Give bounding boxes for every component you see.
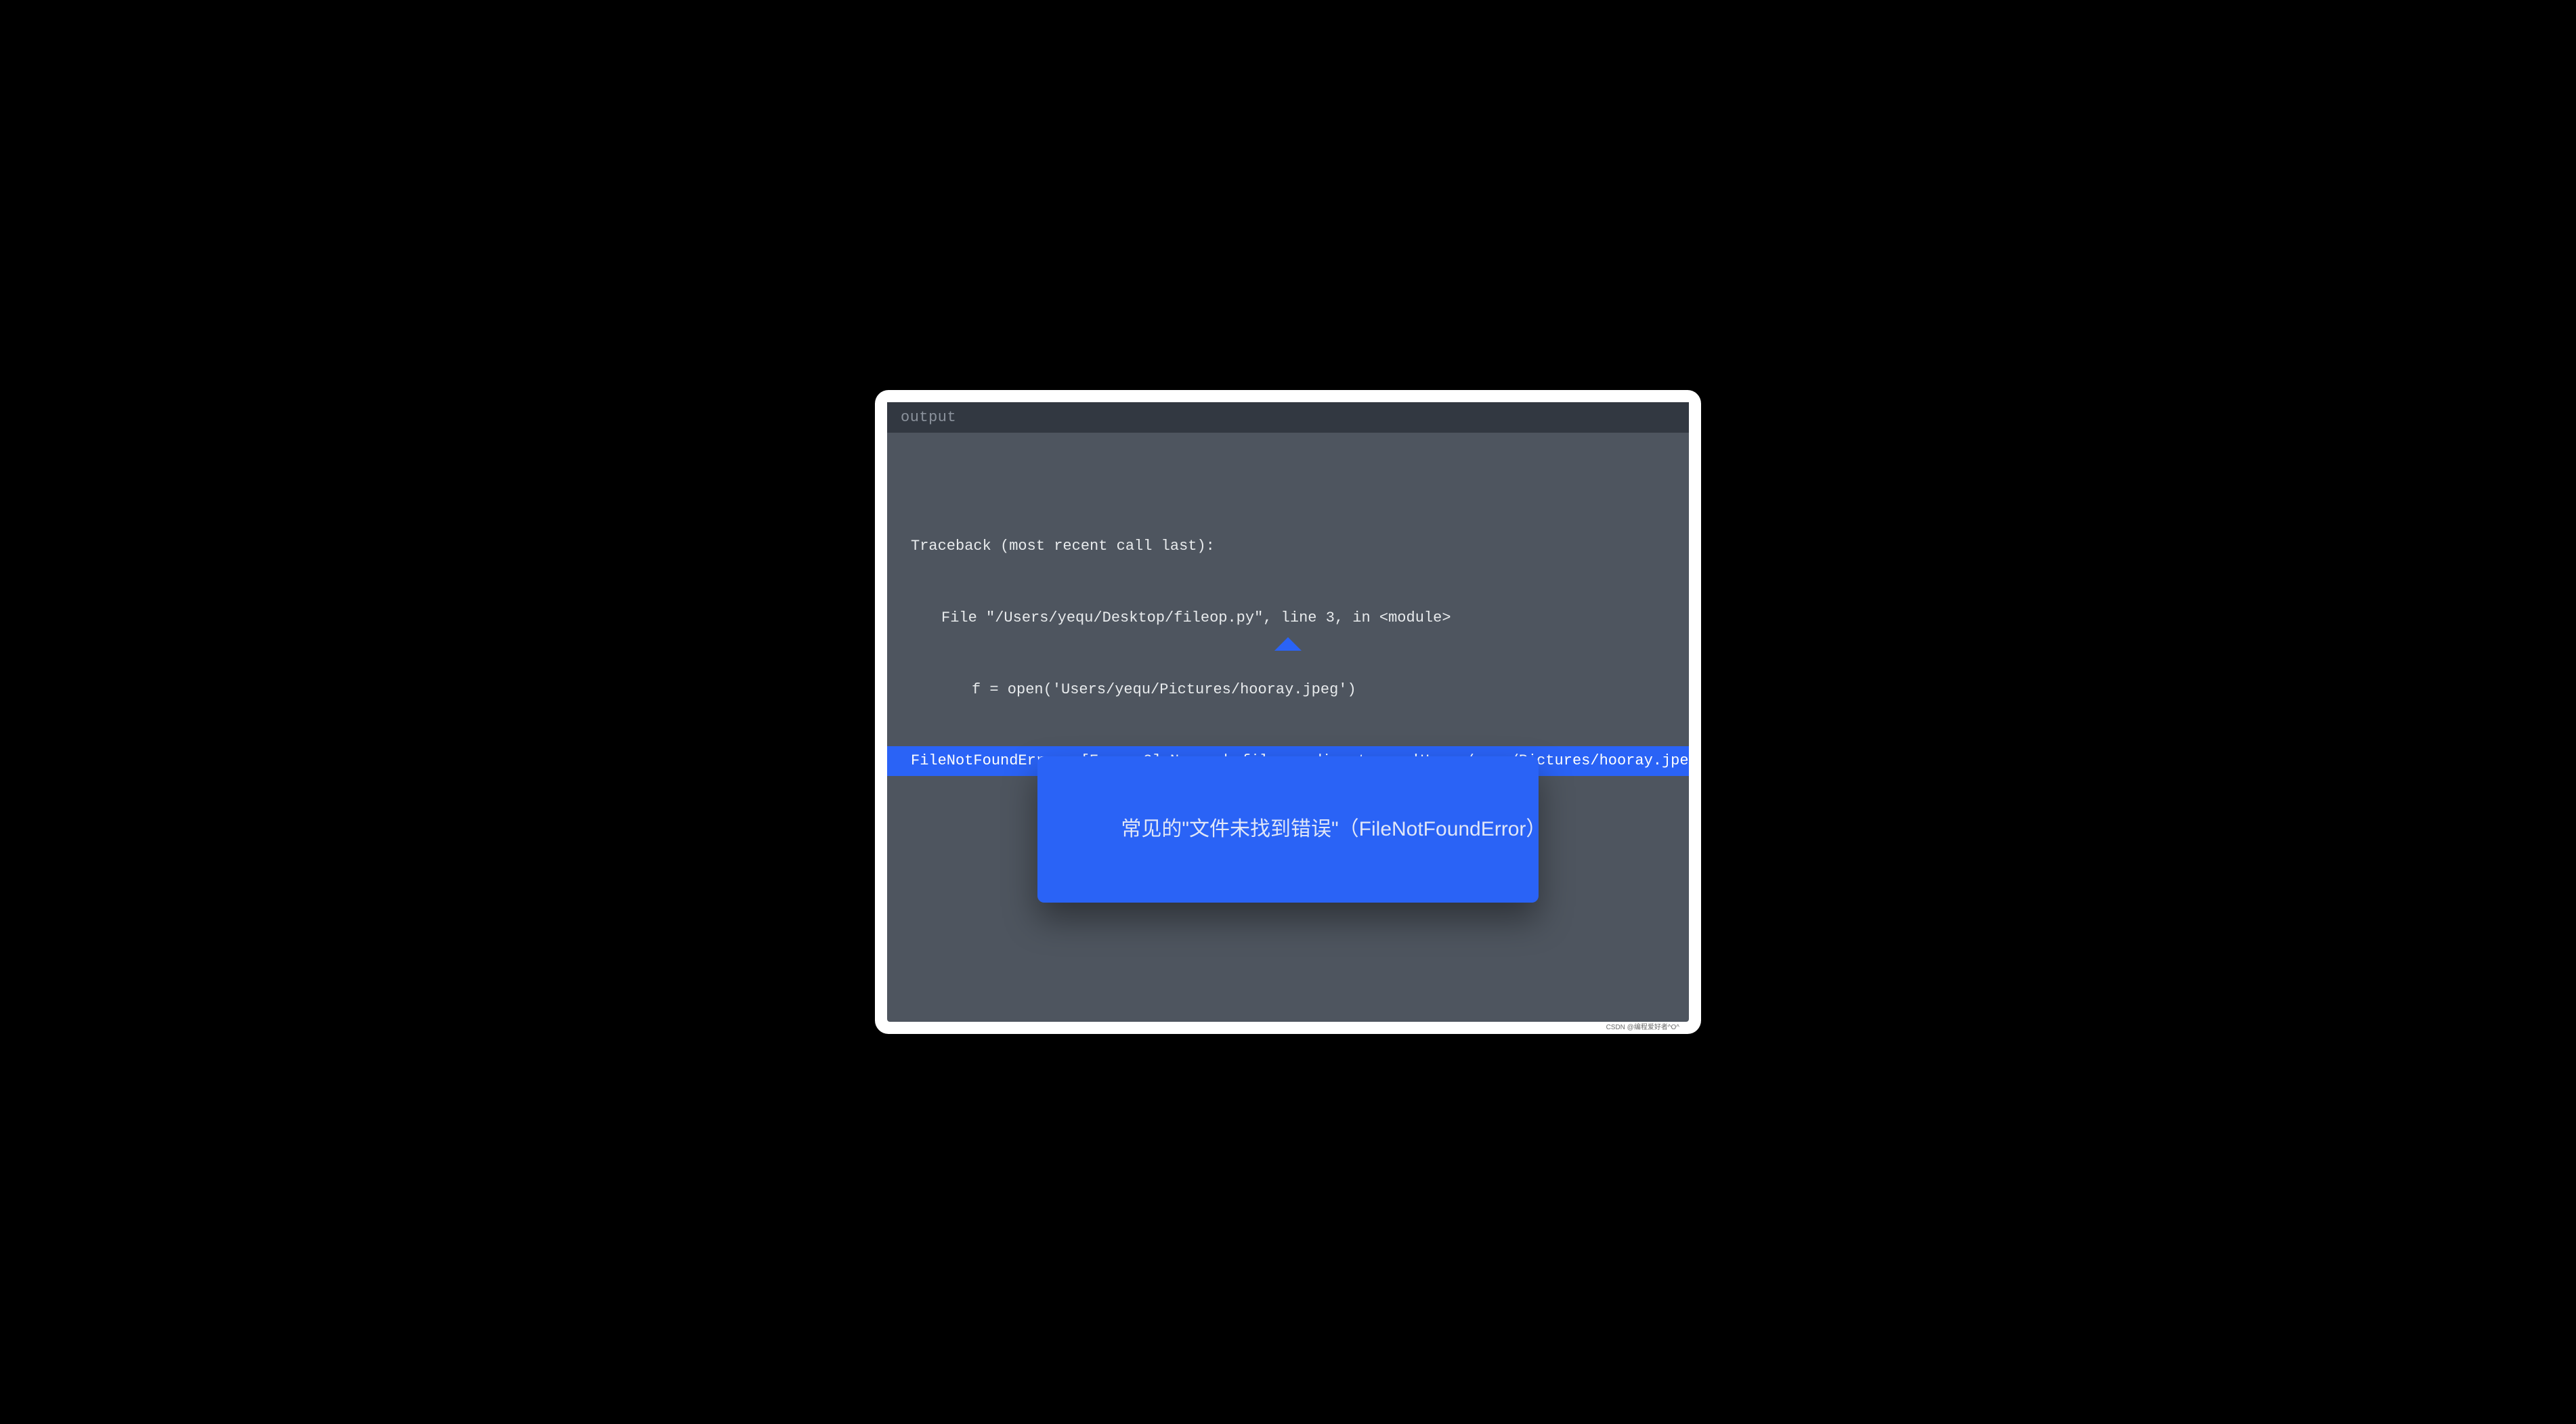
output-body: Traceback (most recent call last): File … [887, 433, 1689, 1022]
traceback-line-2: File "/Users/yequ/Desktop/fileop.py", li… [887, 601, 1689, 637]
traceback-line-1: Traceback (most recent call last): [887, 529, 1689, 565]
callout-box: 常见的"文件未找到错误"（FileNotFoundError） [1037, 756, 1539, 903]
output-header-label: output [901, 409, 956, 426]
callout-arrow-icon [1274, 637, 1302, 651]
window-frame: output Traceback (most recent call last)… [875, 390, 1701, 1035]
output-header: output [887, 402, 1689, 433]
output-panel: output Traceback (most recent call last)… [887, 402, 1689, 1022]
callout-text: 常见的"文件未找到错误"（FileNotFoundError） [1121, 818, 1546, 840]
watermark: CSDN @编程爱好者^O^ [1606, 1021, 1679, 1031]
callout-container: 常见的"文件未找到错误"（FileNotFoundError） [1037, 649, 1539, 974]
